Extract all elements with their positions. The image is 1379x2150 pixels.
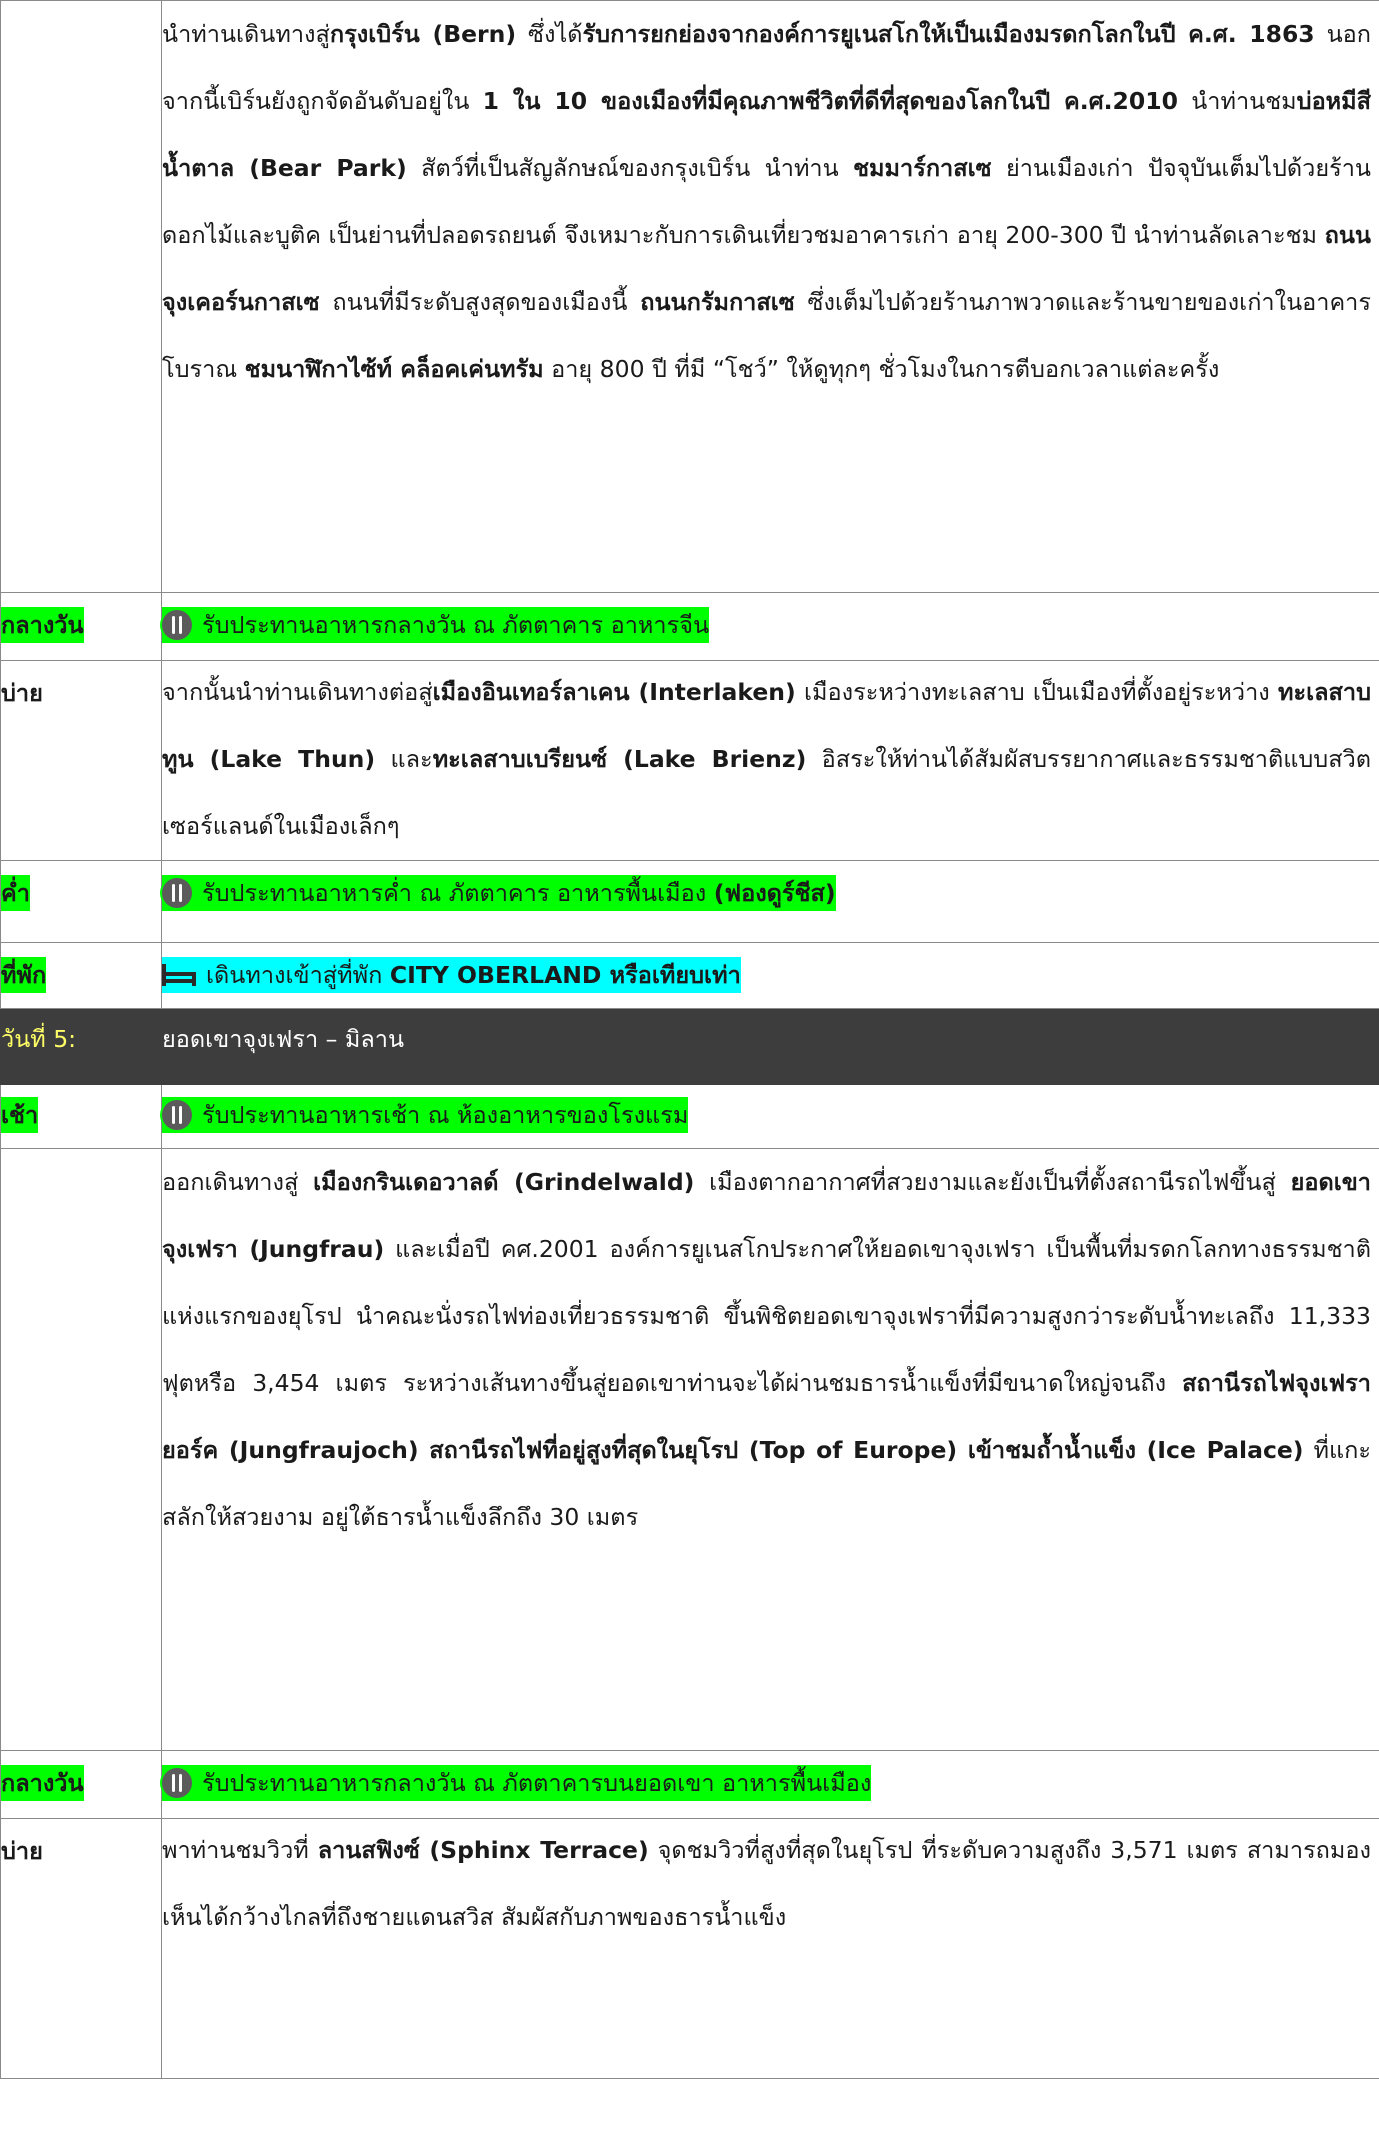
lunch2-meal-line: รับประทานอาหารกลางวัน ณ ภัตตาคารบนยอดเขา… bbox=[162, 1765, 872, 1801]
hotel-label-cell: ที่พัก bbox=[0, 942, 162, 1009]
text-segment: อายุ 800 ปี ที่มี “โชว์” ให้ดูทุกๆ ชั่วโ… bbox=[543, 355, 1220, 383]
afternoon-label-cell: บ่าย bbox=[0, 660, 162, 861]
hotel-label: ที่พัก bbox=[1, 957, 47, 993]
text-segment: ลานสฟิงซ์ (Sphinx Terrace) bbox=[317, 1836, 649, 1864]
lunch-label-cell: กลางวัน bbox=[0, 592, 162, 661]
sphinx-paragraph: พาท่านชมวิวที่ ลานสฟิงซ์ (Sphinx Terrace… bbox=[162, 1817, 1379, 1951]
text-segment: เมืองตากอากาศที่สวยงามและยังเป็นที่ตั้งส… bbox=[694, 1168, 1291, 1196]
lunch-row-1: กลางวัน รับประทานอาหารกลางวัน ณ ภัตตาคาร… bbox=[0, 592, 1379, 661]
text-segment: ชมมาร์กาสเซ bbox=[853, 154, 992, 182]
lunch-row-2: กลางวัน รับประทานอาหารกลางวัน ณ ภัตตาคาร… bbox=[0, 1750, 1379, 1819]
text-segment: กรุงเบิร์น (Bern) bbox=[329, 20, 517, 48]
jungfrau-row: ออกเดินทางสู่ เมืองกรินเดอวาลด์ (Grindel… bbox=[0, 1148, 1379, 1751]
lunch2-meal-text: รับประทานอาหารกลางวัน ณ ภัตตาคารบนยอดเขา… bbox=[202, 1769, 872, 1797]
dinner-meal-line: รับประทานอาหารค่ำ ณ ภัตตาคาร อาหารพื้นเม… bbox=[162, 875, 836, 911]
lunch2-label: กลางวัน bbox=[1, 1765, 84, 1801]
interlaken-paragraph: จากนั้นนำท่านเดินทางต่อสู่เมืองอินเทอร์ล… bbox=[162, 659, 1379, 860]
text-segment: รับการยกย่องจากองค์การยูเนสโกให้เป็นเมือ… bbox=[582, 20, 1315, 48]
itinerary-table: นำท่านเดินทางสู่กรุงเบิร์น (Bern) ซึ่งได… bbox=[0, 0, 1379, 2079]
dinner-meal-text: รับประทานอาหารค่ำ ณ ภัตตาคาร อาหารพื้นเม… bbox=[202, 879, 836, 907]
restaurant-icon bbox=[162, 878, 192, 908]
lunch2-label-cell: กลางวัน bbox=[0, 1750, 162, 1819]
lunch-meal-cell: รับประทานอาหารกลางวัน ณ ภัตตาคาร อาหารจี… bbox=[161, 592, 1379, 661]
hotel-text: เดินทางเข้าสู่ที่พัก CITY OBERLAND หรือเ… bbox=[206, 961, 741, 989]
dinner-label-cell: ค่ำ bbox=[0, 860, 162, 943]
text-segment: เมืองอินเทอร์ลาเคน (Interlaken) bbox=[432, 678, 796, 706]
bed-icon bbox=[162, 964, 196, 986]
bern-paragraph: นำท่านเดินทางสู่กรุงเบิร์น (Bern) ซึ่งได… bbox=[162, 1, 1379, 403]
afternoon-row-2: บ่าย พาท่านชมวิวที่ ลานสฟิงซ์ (Sphinx Te… bbox=[0, 1817, 1379, 2079]
text-segment: นำท่านชม bbox=[1177, 87, 1297, 115]
text-segment: ถนนที่มีระดับสูงสุดของเมืองนี้ bbox=[319, 288, 641, 316]
restaurant-icon bbox=[162, 1768, 192, 1798]
empty-label-cell bbox=[0, 1148, 162, 1751]
hotel-line: เดินทางเข้าสู่ที่พัก CITY OBERLAND หรือเ… bbox=[162, 957, 741, 993]
jungfrau-paragraph: ออกเดินทางสู่ เมืองกรินเดอวาลด์ (Grindel… bbox=[162, 1149, 1379, 1551]
breakfast-row: เช้า รับประทานอาหารเช้า ณ ห้องอาหารของโร… bbox=[0, 1084, 1379, 1149]
afternoon-row-1: บ่าย จากนั้นนำท่านเดินทางต่อสู่เมืองอินเ… bbox=[0, 659, 1379, 861]
breakfast-meal-line: รับประทานอาหารเช้า ณ ห้องอาหารของโรงแรม bbox=[162, 1097, 689, 1133]
breakfast-meal-text: รับประทานอาหารเช้า ณ ห้องอาหารของโรงแรม bbox=[202, 1101, 689, 1129]
text-segment: นำท่านเดินทางสู่ bbox=[162, 20, 330, 48]
breakfast-meal-cell: รับประทานอาหารเช้า ณ ห้องอาหารของโรงแรม bbox=[161, 1084, 1379, 1149]
text-segment: เมืองกรินเดอวาลด์ (Grindelwald) bbox=[313, 1168, 695, 1196]
text-segment: 1 ใน 10 ของเมืองที่มีคุณภาพชีวิตที่ดีที่… bbox=[482, 87, 1178, 115]
afternoon-label: บ่าย bbox=[1, 679, 43, 707]
jungfrau-description-cell: ออกเดินทางสู่ เมืองกรินเดอวาลด์ (Grindel… bbox=[161, 1148, 1379, 1751]
afternoon2-label: บ่าย bbox=[1, 1837, 43, 1865]
dinner-row: ค่ำ รับประทานอาหารค่ำ ณ ภัตตาคาร อาหารพื… bbox=[0, 860, 1379, 943]
hotel-row: ที่พัก เดินทางเข้าสู่ที่พัก CITY OBERLAN… bbox=[0, 942, 1379, 1009]
text-segment: จากนั้นนำท่านเดินทางต่อสู่ bbox=[162, 678, 433, 706]
day5-label-cell: วันที่ 5: bbox=[0, 1008, 162, 1085]
breakfast-label-cell: เช้า bbox=[0, 1084, 162, 1149]
text-segment: ออกเดินทางสู่ bbox=[162, 1168, 314, 1196]
hotel-cell: เดินทางเข้าสู่ที่พัก CITY OBERLAND หรือเ… bbox=[161, 942, 1379, 1009]
text-segment: ถนนกรัมกาสเซ bbox=[640, 288, 795, 316]
bern-description-cell: นำท่านเดินทางสู่กรุงเบิร์น (Bern) ซึ่งได… bbox=[161, 0, 1379, 593]
afternoon-description-cell: จากนั้นนำท่านเดินทางต่อสู่เมืองอินเทอร์ล… bbox=[161, 659, 1379, 861]
dinner-label: ค่ำ bbox=[1, 875, 30, 911]
day5-label: วันที่ 5: bbox=[1, 1025, 77, 1053]
text-segment: ชมนาฬิกาไซ้ท์ คล็อคเค่นทรัม bbox=[244, 355, 544, 383]
empty-label-cell bbox=[0, 0, 162, 593]
text-segment: สัตว์ที่เป็นสัญลักษณ์ของกรุงเบิร์น นำท่า… bbox=[406, 154, 854, 182]
afternoon2-label-cell: บ่าย bbox=[0, 1818, 162, 2079]
bern-row: นำท่านเดินทางสู่กรุงเบิร์น (Bern) ซึ่งได… bbox=[0, 0, 1379, 593]
day5-title: ยอดเขาจุงเฟรา – มิลาน bbox=[162, 1025, 405, 1053]
lunch-meal-text: รับประทานอาหารกลางวัน ณ ภัตตาคาร อาหารจี… bbox=[202, 611, 710, 639]
dinner-meal-cell: รับประทานอาหารค่ำ ณ ภัตตาคาร อาหารพื้นเม… bbox=[161, 860, 1379, 943]
text-segment: และ bbox=[375, 745, 433, 773]
itinerary-page: นำท่านเดินทางสู่กรุงเบิร์น (Bern) ซึ่งได… bbox=[0, 0, 1379, 2150]
lunch2-meal-cell: รับประทานอาหารกลางวัน ณ ภัตตาคารบนยอดเขา… bbox=[161, 1750, 1379, 1819]
lunch-label: กลางวัน bbox=[1, 607, 84, 643]
day5-header-row: วันที่ 5: ยอดเขาจุงเฟรา – มิลาน bbox=[0, 1008, 1379, 1085]
afternoon2-description-cell: พาท่านชมวิวที่ ลานสฟิงซ์ (Sphinx Terrace… bbox=[161, 1817, 1379, 2079]
text-segment: พาท่านชมวิวที่ bbox=[162, 1836, 318, 1864]
breakfast-label: เช้า bbox=[1, 1097, 39, 1133]
restaurant-icon bbox=[162, 610, 192, 640]
lunch-meal-line: รับประทานอาหารกลางวัน ณ ภัตตาคาร อาหารจี… bbox=[162, 607, 710, 643]
text-segment: เมืองระหว่างทะเลสาบ เป็นเมืองที่ตั้งอยู่… bbox=[795, 678, 1278, 706]
day5-title-cell: ยอดเขาจุงเฟรา – มิลาน bbox=[161, 1008, 1379, 1085]
restaurant-icon bbox=[162, 1100, 192, 1130]
text-segment: ซึ่งได้ bbox=[516, 20, 583, 48]
text-segment: ทะเลสาบเบรียนซ์ (Lake Brienz) bbox=[432, 745, 807, 773]
